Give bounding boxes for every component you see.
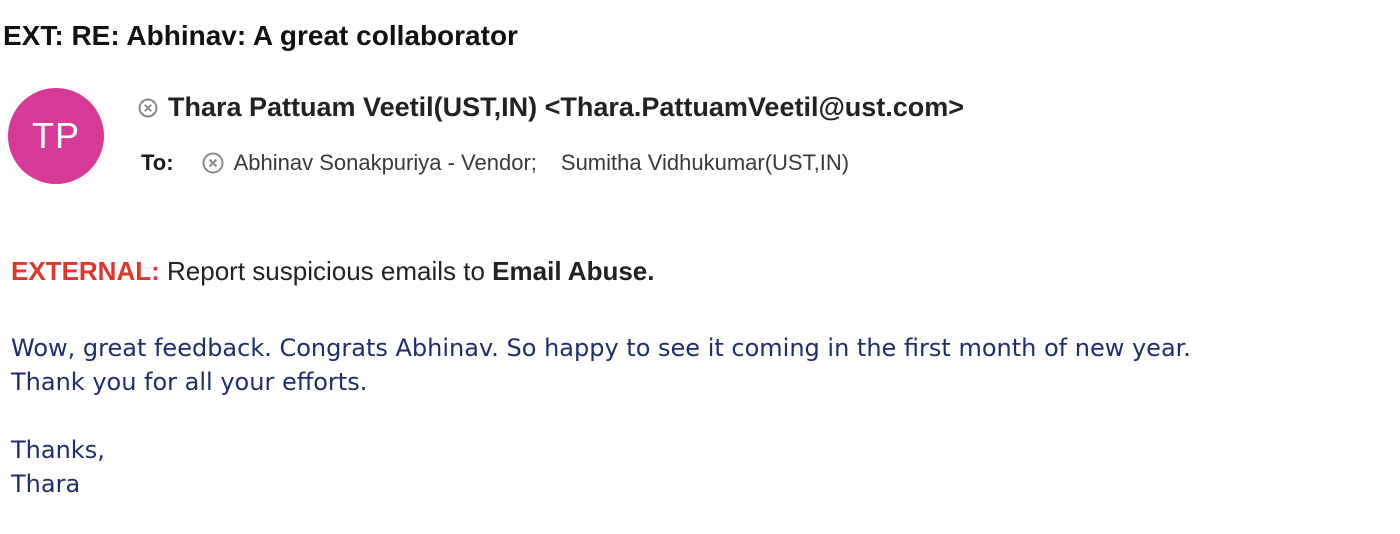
- body-line: Thanks,: [11, 436, 105, 464]
- sender-avatar[interactable]: TP: [8, 88, 104, 184]
- banner-text: Report suspicious emails to: [167, 256, 485, 286]
- circle-x-icon: [138, 98, 158, 118]
- sender-name[interactable]: Thara Pattuam Veetil(UST,IN) <Thara.Patt…: [168, 92, 964, 123]
- to-label: To:: [141, 150, 174, 175]
- recipient-1[interactable]: Sumitha Vidhukumar(UST,IN): [561, 150, 849, 176]
- external-warning-banner: EXTERNAL: Report suspicious emails to Em…: [11, 256, 654, 287]
- sender-row: Thara Pattuam Veetil(UST,IN) <Thara.Patt…: [138, 92, 964, 123]
- email-reading-pane: EXT: RE: Abhinav: A great collaborator T…: [0, 0, 1400, 534]
- body-line: Thara: [11, 470, 81, 498]
- body-line: Thank you for all your efforts.: [11, 368, 368, 396]
- external-tag: EXTERNAL:: [11, 256, 160, 286]
- avatar-initials: TP: [31, 115, 80, 156]
- email-subject: EXT: RE: Abhinav: A great collaborator: [3, 20, 518, 51]
- message-body: Wow, great feedback. Congrats Abhinav. S…: [11, 331, 1191, 501]
- to-row: To: Abhinav Sonakpuriya - Vendor; Sumith…: [141, 150, 849, 176]
- body-line: Wow, great feedback. Congrats Abhinav. S…: [11, 334, 1191, 362]
- body-line: [11, 399, 1191, 433]
- email-abuse-link[interactable]: Email Abuse.: [492, 256, 654, 286]
- circle-x-icon: [202, 152, 224, 174]
- recipient-0[interactable]: Abhinav Sonakpuriya - Vendor;: [234, 150, 537, 176]
